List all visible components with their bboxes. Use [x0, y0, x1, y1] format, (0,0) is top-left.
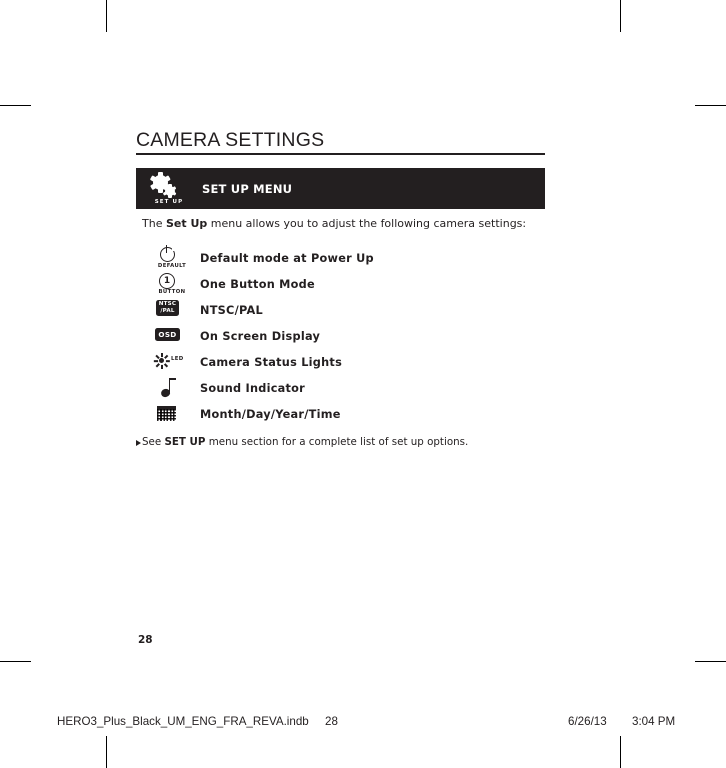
- crop-mark-bottom-left-horizontal: [0, 661, 31, 662]
- power-default-icon: DEFAULT: [152, 245, 200, 270]
- see-note-before: See: [142, 436, 165, 448]
- crop-mark-bottom-right-horizontal: [695, 661, 726, 662]
- title-divider: [136, 153, 545, 155]
- setting-label-default-mode: Default mode at Power Up: [200, 251, 374, 265]
- led-status-icon: LED: [152, 350, 200, 374]
- one-button-icon: 1 BUTTON: [152, 272, 200, 296]
- set-up-menu-title: SET UP MENU: [202, 181, 293, 196]
- intro-after: menu allows you to adjust the following …: [207, 217, 527, 230]
- osd-icon-text: OSD: [155, 328, 180, 341]
- intro-sentence: The Set Up menu allows you to adjust the…: [142, 217, 526, 230]
- page-content: CAMERA SETTINGS SET UP SET UP MENU The S…: [136, 0, 546, 768]
- see-note-after: menu section for a complete list of set …: [205, 436, 469, 448]
- setting-row-sound-indicator: Sound Indicator: [152, 375, 546, 401]
- setting-row-one-button: 1 BUTTON One Button Mode: [152, 271, 546, 297]
- led-status-icon-text: LED: [171, 356, 184, 362]
- document-footer: HERO3_Plus_Black_UM_ENG_FRA_REVA.indb 28…: [0, 715, 726, 735]
- calendar-grid-icon: [152, 402, 200, 426]
- sound-note-icon: [152, 376, 200, 400]
- setting-row-ntsc-pal: NTSC /PAL NTSC/PAL: [152, 297, 546, 323]
- set-up-gears-icon: SET UP: [136, 168, 202, 209]
- see-note-bold: SET UP: [164, 436, 206, 448]
- crop-mark-top-left-horizontal: [0, 105, 31, 106]
- setting-row-default-mode: DEFAULT Default mode at Power Up: [152, 245, 546, 271]
- footer-page-number: 28: [325, 715, 338, 728]
- setting-label-date-time: Month/Day/Year/Time: [200, 407, 341, 421]
- page-title: CAMERA SETTINGS: [136, 129, 325, 151]
- setting-label-one-button: One Button Mode: [200, 277, 315, 291]
- ntsc-pal-icon: NTSC /PAL: [152, 298, 200, 322]
- setting-row-on-screen-display: OSD On Screen Display: [152, 323, 546, 349]
- crop-mark-top-right-horizontal: [695, 105, 726, 106]
- setting-label-ntsc-pal: NTSC/PAL: [200, 303, 263, 317]
- setting-row-date-time: Month/Day/Year/Time: [152, 401, 546, 427]
- footer-date: 6/26/13: [568, 715, 607, 728]
- setting-label-sound-indicator: Sound Indicator: [200, 381, 306, 395]
- set-up-menu-banner: SET UP SET UP MENU: [136, 168, 545, 209]
- ntsc-pal-icon-line2: /PAL: [160, 308, 175, 315]
- page-number: 28: [138, 634, 153, 646]
- intro-before: The: [142, 217, 166, 230]
- footer-time: 3:04 PM: [632, 715, 676, 728]
- crop-mark-bottom-right-vertical: [620, 736, 621, 768]
- see-also-note: See SET UP menu section for a complete l…: [136, 436, 468, 448]
- one-button-icon-digit: 1: [159, 273, 175, 289]
- crop-mark-bottom-left-vertical: [106, 736, 107, 768]
- set-up-icon-caption: SET UP: [154, 199, 184, 205]
- triangle-bullet-icon: [136, 440, 141, 446]
- crop-mark-top-left-vertical: [106, 0, 107, 32]
- setting-label-camera-status-lights: Camera Status Lights: [200, 355, 343, 369]
- footer-filename: HERO3_Plus_Black_UM_ENG_FRA_REVA.indb: [57, 715, 309, 728]
- osd-icon: OSD: [152, 324, 200, 348]
- settings-list: DEFAULT Default mode at Power Up 1 BUTTO…: [152, 245, 546, 427]
- gear-small-icon: [163, 184, 177, 198]
- setting-row-camera-status-lights: LED Camera Status Lights: [152, 349, 546, 375]
- power-default-icon-caption: DEFAULT: [157, 263, 187, 269]
- one-button-icon-caption: BUTTON: [158, 289, 186, 295]
- crop-mark-top-right-vertical: [620, 0, 621, 32]
- intro-bold: Set Up: [165, 217, 208, 230]
- ntsc-pal-icon-line1: NTSC: [158, 301, 177, 308]
- setting-label-on-screen-display: On Screen Display: [200, 329, 321, 343]
